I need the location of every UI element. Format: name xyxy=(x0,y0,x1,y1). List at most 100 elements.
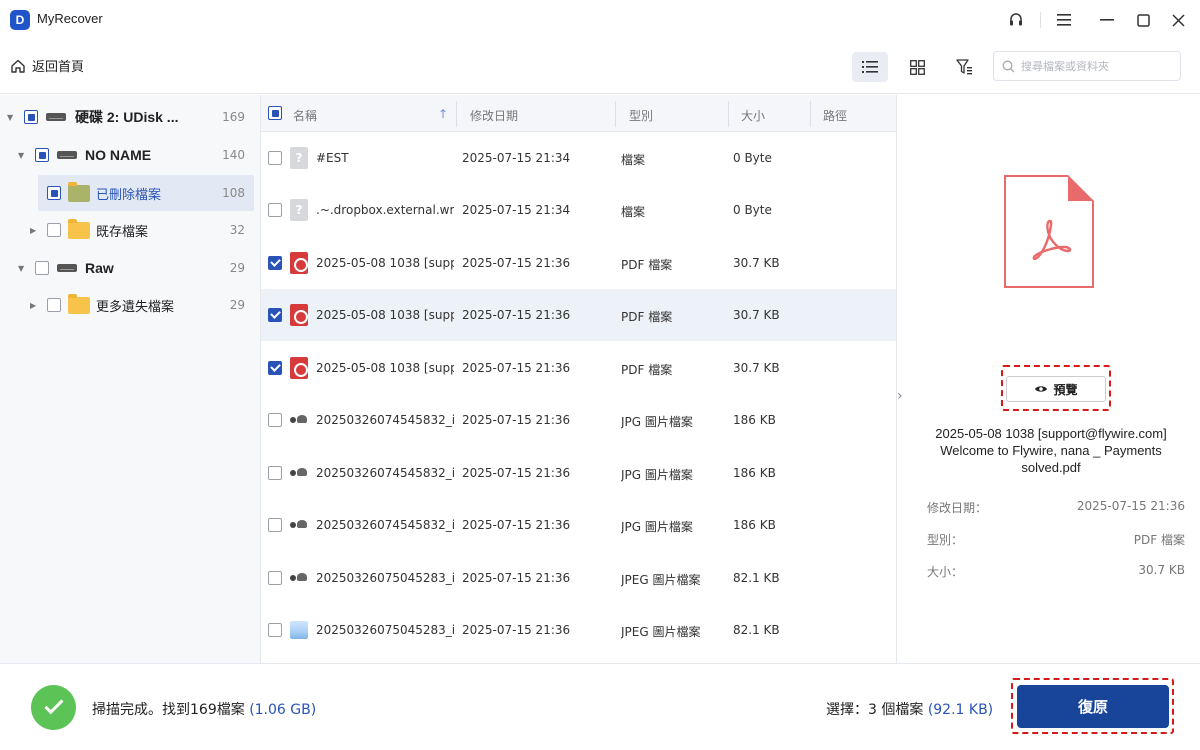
recover-button[interactable]: 復原 xyxy=(1017,685,1169,728)
file-row[interactable]: 2025-05-08 1038 [supp... 2025-07-15 21:3… xyxy=(261,342,896,394)
file-type: JPG 圖片檔案 xyxy=(621,415,693,429)
acrobat-logo-icon xyxy=(1032,219,1072,261)
file-row[interactable]: 20250326074545832_i... 2025-07-15 21:36 … xyxy=(261,499,896,551)
tree-item-count: 169 xyxy=(222,110,245,124)
meta-size: 大小： 30.7 KB xyxy=(927,563,1185,581)
minimize-icon[interactable] xyxy=(1095,8,1119,32)
file-row[interactable]: 20250326075045283_i... 2025-07-15 21:36 … xyxy=(261,604,896,656)
row-checkbox[interactable] xyxy=(268,518,282,532)
headset-icon[interactable] xyxy=(1004,8,1028,32)
row-checkbox[interactable] xyxy=(268,413,282,427)
select-all-checkbox[interactable] xyxy=(268,106,282,120)
file-modified: 2025-07-15 21:36 xyxy=(462,256,571,270)
tree-item-existing-files[interactable]: ▶ 既存檔案 32 xyxy=(0,212,261,248)
toolbar: 返回首頁 xyxy=(0,40,1200,94)
scan-summary-size: (1.06 GB) xyxy=(249,702,317,718)
expand-caret-icon[interactable]: ▼ xyxy=(18,264,24,273)
preview-button[interactable]: 預覽 xyxy=(1006,376,1106,402)
folder-icon xyxy=(68,219,90,239)
selected-file-name: 2025-05-08 1038 [support@flywire.com] We… xyxy=(935,426,1167,475)
status-bar: 掃描完成。找到169檔案 (1.06 GB) 選擇：3 個檔案 (92.1 KB… xyxy=(0,663,1200,750)
tree-checkbox[interactable] xyxy=(24,110,38,124)
column-divider[interactable] xyxy=(615,101,616,127)
file-size: 0 Byte xyxy=(733,203,772,217)
pdf-file-icon xyxy=(290,304,308,326)
row-checkbox[interactable] xyxy=(268,256,282,270)
expand-caret-icon[interactable]: ▶ xyxy=(30,301,36,310)
home-icon xyxy=(11,59,25,73)
file-type: PDF 檔案 xyxy=(621,310,673,324)
grid-view-button[interactable] xyxy=(899,52,935,82)
menu-icon[interactable] xyxy=(1052,8,1076,32)
drive-icon xyxy=(57,264,77,272)
unknown-file-icon: ? xyxy=(290,147,308,169)
app-title: MyRecover xyxy=(37,11,103,26)
row-checkbox[interactable] xyxy=(268,203,282,217)
tree-item-no-name[interactable]: ▼ NO NAME 140 xyxy=(0,137,261,173)
back-home-button[interactable]: 返回首頁 xyxy=(10,56,84,75)
column-header-type[interactable]: 型別 xyxy=(629,107,653,124)
column-divider[interactable] xyxy=(810,101,811,127)
tree-item-raw[interactable]: ▼ Raw 29 xyxy=(0,250,261,286)
column-divider[interactable] xyxy=(728,101,729,127)
tree-checkbox[interactable] xyxy=(47,223,61,237)
tree-checkbox[interactable] xyxy=(35,148,49,162)
tree-item-deleted-files[interactable]: 已刪除檔案 108 xyxy=(0,175,261,211)
row-checkbox[interactable] xyxy=(268,623,282,637)
list-view-button[interactable] xyxy=(852,52,888,82)
column-header-size[interactable]: 大小 xyxy=(741,107,765,124)
tree-checkbox[interactable] xyxy=(35,261,49,275)
tree-item-count: 108 xyxy=(222,186,245,200)
file-type: JPEG 圖片檔案 xyxy=(621,573,701,587)
file-size: 186 KB xyxy=(733,518,776,532)
image-thumbnail-icon xyxy=(290,468,308,478)
file-row[interactable]: 20250326074545832_i... 2025-07-15 21:36 … xyxy=(261,447,896,499)
file-row[interactable]: 20250326075045283_i... 2025-07-15 21:36 … xyxy=(261,552,896,604)
tree-item-label: 硬碟 2: UDisk ... xyxy=(75,109,179,125)
expand-caret-icon[interactable]: ▼ xyxy=(18,151,24,160)
file-list: ? #EST 2025-07-15 21:34 檔案 0 Byte ? .~.d… xyxy=(261,132,896,663)
expand-caret-icon[interactable]: ▶ xyxy=(30,226,36,235)
location-tree: ▼ 硬碟 2: UDisk ... 169 ▼ NO NAME 140 已刪除檔… xyxy=(0,95,261,663)
file-name: 2025-05-08 1038 [supp... xyxy=(316,361,454,375)
tree-checkbox[interactable] xyxy=(47,298,61,312)
column-header-path[interactable]: 路徑 xyxy=(823,107,847,124)
tree-item-disk2[interactable]: ▼ 硬碟 2: UDisk ... 169 xyxy=(0,99,261,135)
row-checkbox[interactable] xyxy=(268,361,282,375)
meta-key: 修改日期： xyxy=(927,501,988,515)
selection-summary: 選擇：3 個檔案 (92.1 KB) xyxy=(826,699,993,719)
tree-item-more-lost-files[interactable]: ▶ 更多遺失檔案 29 xyxy=(0,287,261,323)
file-size: 30.7 KB xyxy=(733,361,780,375)
filter-button[interactable] xyxy=(946,52,982,82)
file-row[interactable]: ? .~.dropbox.external.writ... 2025-07-15… xyxy=(261,184,896,236)
collapse-panel-icon[interactable]: › xyxy=(897,388,903,404)
tree-item-count: 32 xyxy=(229,223,245,237)
column-header-name[interactable]: 名稱 xyxy=(293,107,317,124)
row-checkbox[interactable] xyxy=(268,571,282,585)
drive-icon xyxy=(57,151,77,159)
maximize-icon[interactable] xyxy=(1131,8,1155,32)
file-name: 20250326075045283_i... xyxy=(316,623,454,637)
list-view-icon xyxy=(862,61,878,73)
search-input[interactable] xyxy=(1021,59,1171,73)
column-header-modified[interactable]: 修改日期 xyxy=(470,107,518,124)
title-bar: D MyRecover xyxy=(0,0,1200,40)
image-file-icon xyxy=(290,621,308,639)
column-divider[interactable] xyxy=(456,101,457,127)
expand-caret-icon[interactable]: ▼ xyxy=(7,113,13,122)
file-size: 0 Byte xyxy=(733,151,772,165)
close-icon[interactable] xyxy=(1166,8,1190,32)
tree-checkbox[interactable] xyxy=(47,186,61,200)
tree-item-label: Raw xyxy=(85,260,114,276)
row-checkbox[interactable] xyxy=(268,308,282,322)
file-row-selected[interactable]: 2025-05-08 1038 [supp... 2025-07-15 21:3… xyxy=(261,289,896,341)
file-row[interactable]: ? #EST 2025-07-15 21:34 檔案 0 Byte xyxy=(261,132,896,184)
file-type: JPG 圖片檔案 xyxy=(621,520,693,534)
search-box[interactable] xyxy=(993,51,1181,81)
file-row[interactable]: 20250326074545832_i... 2025-07-15 21:36 … xyxy=(261,394,896,446)
row-checkbox[interactable] xyxy=(268,466,282,480)
sort-ascending-icon[interactable]: ↑ xyxy=(438,107,448,121)
file-row[interactable]: 2025-05-08 1038 [supp... 2025-07-15 21:3… xyxy=(261,237,896,289)
row-checkbox[interactable] xyxy=(268,151,282,165)
selection-summary-text: 選擇：3 個檔案 xyxy=(826,702,924,718)
